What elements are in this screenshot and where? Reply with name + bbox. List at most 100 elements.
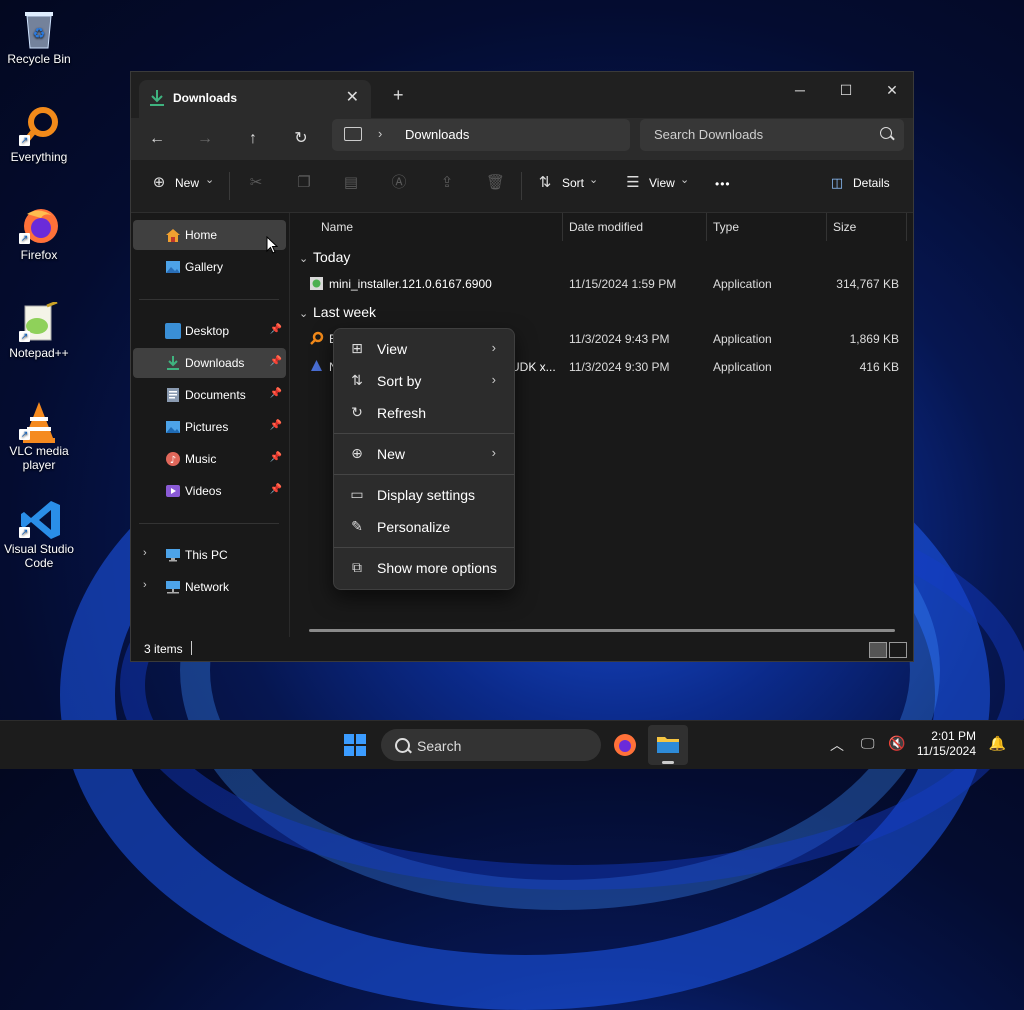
chevron-down-icon: ⌄ <box>589 174 599 186</box>
menu-item-label: Refresh <box>377 405 427 421</box>
file-type: Application <box>713 332 772 346</box>
sidebar-item-music[interactable]: ♪ Music 📌 <box>133 444 286 474</box>
search-icon <box>880 127 892 139</box>
minimize-button[interactable]: ─ <box>777 76 823 104</box>
taskbar-app-firefox[interactable] <box>605 725 645 765</box>
cut-icon[interactable]: ✂ <box>247 174 265 192</box>
menu-item-view[interactable]: ⊞ View › <box>338 333 510 363</box>
divider <box>229 172 230 200</box>
network-status-icon[interactable]: 🖵 <box>861 735 875 752</box>
column-divider[interactable] <box>706 213 707 241</box>
column-header-name[interactable]: Name <box>321 220 353 234</box>
tiles-view-button[interactable] <box>889 642 907 658</box>
sort-button[interactable]: Sort <box>562 176 584 190</box>
pin-icon[interactable]: 📌 <box>270 356 282 367</box>
chevron-right-icon[interactable]: › <box>378 126 382 141</box>
windows-start-icon[interactable] <box>344 734 366 756</box>
pin-icon[interactable]: 📌 <box>270 484 282 495</box>
forward-button[interactable]: → <box>193 127 217 151</box>
new-tab-button[interactable]: + <box>393 85 404 106</box>
show-hidden-icons-button[interactable]: ︿ <box>830 735 844 755</box>
sidebar-item-network[interactable]: › Network <box>133 572 286 602</box>
column-header-type[interactable]: Type <box>713 220 739 234</box>
sidebar-item-desktop[interactable]: Desktop 📌 <box>133 316 286 346</box>
desktop-icon-vscode[interactable]: ↗ Visual Studio Code <box>2 498 76 570</box>
search-input[interactable]: Search Downloads <box>640 119 904 151</box>
sidebar-item-gallery[interactable]: Gallery <box>133 252 286 282</box>
menu-item-display-settings[interactable]: ▭ Display settings <box>338 479 510 509</box>
paste-icon[interactable]: ▤ <box>342 174 360 192</box>
column-divider[interactable] <box>906 213 907 241</box>
up-button[interactable]: ↑ <box>241 127 265 151</box>
column-divider[interactable] <box>826 213 827 241</box>
command-bar: ⊕ New ⌄ ✂ ❐ ▤ Ⓐ ⇪ 🗑 ⇅ Sort ⌄ ☰ View ⌄ ••… <box>131 160 913 213</box>
desktop-icon-vlc[interactable]: ↗ VLC media player <box>2 400 76 472</box>
pin-icon[interactable]: 📌 <box>270 388 282 399</box>
group-header-today[interactable]: ⌄ Today <box>299 249 350 265</box>
desktop-icon-recycle-bin[interactable]: ♻ Recycle Bin <box>2 8 76 66</box>
menu-item-sort-by[interactable]: ⇅ Sort by › <box>338 365 510 395</box>
clock-date: 11/15/2024 <box>916 744 976 758</box>
column-header-date[interactable]: Date modified <box>569 220 643 234</box>
desktop-icon-notepad-plus-plus[interactable]: ↗ Notepad++ <box>2 300 76 360</box>
sidebar-item-videos[interactable]: Videos 📌 <box>133 476 286 506</box>
notepad-plus-plus-icon: ↗ <box>19 300 59 342</box>
column-header-size[interactable]: Size <box>833 220 856 234</box>
taskbar-app-file-explorer[interactable] <box>648 725 688 765</box>
item-count: 3 items <box>144 642 183 656</box>
menu-item-refresh[interactable]: ↻ Refresh <box>338 397 510 427</box>
application-icon <box>311 360 322 371</box>
pin-icon[interactable]: 📌 <box>270 324 282 335</box>
clock-time: 2:01 PM <box>931 729 976 743</box>
share-icon[interactable]: ⇪ <box>438 174 456 192</box>
column-divider[interactable] <box>562 213 563 241</box>
notification-bell-icon[interactable]: 🔔 <box>989 735 1006 752</box>
more-options-button[interactable]: ••• <box>715 177 731 191</box>
menu-item-show-more-options[interactable]: ⧉ Show more options <box>338 552 510 582</box>
refresh-button[interactable]: ↻ <box>289 127 313 151</box>
divider <box>139 299 279 300</box>
close-button[interactable]: ✕ <box>869 76 915 104</box>
table-row[interactable]: mini_installer.121.0.6167.6900 11/15/202… <box>291 271 913 297</box>
tab-close-icon[interactable]: ✕ <box>346 87 359 107</box>
details-button[interactable]: Details <box>853 176 890 190</box>
sidebar-item-pictures[interactable]: Pictures 📌 <box>133 412 286 442</box>
title-bar: Downloads ✕ + ─ ☐ ✕ <box>131 72 913 118</box>
taskbar: Search ︿ 🖵 🔇 2:01 PM 11/15/2024 🔔 <box>0 720 1024 769</box>
menu-item-personalize[interactable]: ✎ Personalize <box>338 511 510 541</box>
plus-circle-icon: ⊕ <box>351 445 363 461</box>
pin-icon[interactable]: 📌 <box>270 452 282 463</box>
desktop-icon-firefox[interactable]: ↗ Firefox <box>2 204 76 262</box>
rename-icon[interactable]: Ⓐ <box>390 174 408 192</box>
expand-chevron-icon[interactable]: › <box>143 579 147 591</box>
volume-muted-icon[interactable]: 🔇 <box>888 735 905 752</box>
maximize-button[interactable]: ☐ <box>823 76 869 104</box>
back-button[interactable]: ← <box>145 127 169 151</box>
breadcrumb-downloads[interactable]: Downloads <box>405 127 469 142</box>
sidebar-item-home[interactable]: Home <box>133 220 286 250</box>
group-header-last-week[interactable]: ⌄ Last week <box>299 304 376 320</box>
expand-chevron-icon[interactable]: › <box>143 547 147 559</box>
delete-icon[interactable]: 🗑 <box>486 174 505 192</box>
sidebar-item-label: Downloads <box>185 356 245 370</box>
pin-icon[interactable]: 📌 <box>270 420 282 431</box>
menu-item-new[interactable]: ⊕ New › <box>338 438 510 468</box>
horizontal-scrollbar[interactable] <box>309 629 895 632</box>
address-bar[interactable]: › Downloads <box>332 119 630 151</box>
download-icon <box>167 356 179 370</box>
copy-icon[interactable]: ❐ <box>295 174 313 192</box>
desktop-icon-label: Recycle Bin <box>7 52 71 66</box>
tab-downloads[interactable]: Downloads ✕ <box>139 80 371 118</box>
display-settings-icon: ▭ <box>350 486 364 502</box>
details-view-button[interactable] <box>869 642 887 658</box>
sidebar-item-downloads[interactable]: Downloads 📌 <box>133 348 286 378</box>
sidebar-item-this-pc[interactable]: › This PC <box>133 540 286 570</box>
clock[interactable]: 2:01 PM 11/15/2024 <box>917 729 976 759</box>
new-button[interactable]: New <box>175 176 199 190</box>
desktop-icon-everything[interactable]: ↗ Everything <box>2 106 76 164</box>
divider <box>334 474 514 475</box>
view-button[interactable]: View <box>649 176 675 190</box>
sidebar-item-documents[interactable]: Documents 📌 <box>133 380 286 410</box>
taskbar-search-input[interactable]: Search <box>381 729 601 761</box>
divider <box>139 523 279 524</box>
